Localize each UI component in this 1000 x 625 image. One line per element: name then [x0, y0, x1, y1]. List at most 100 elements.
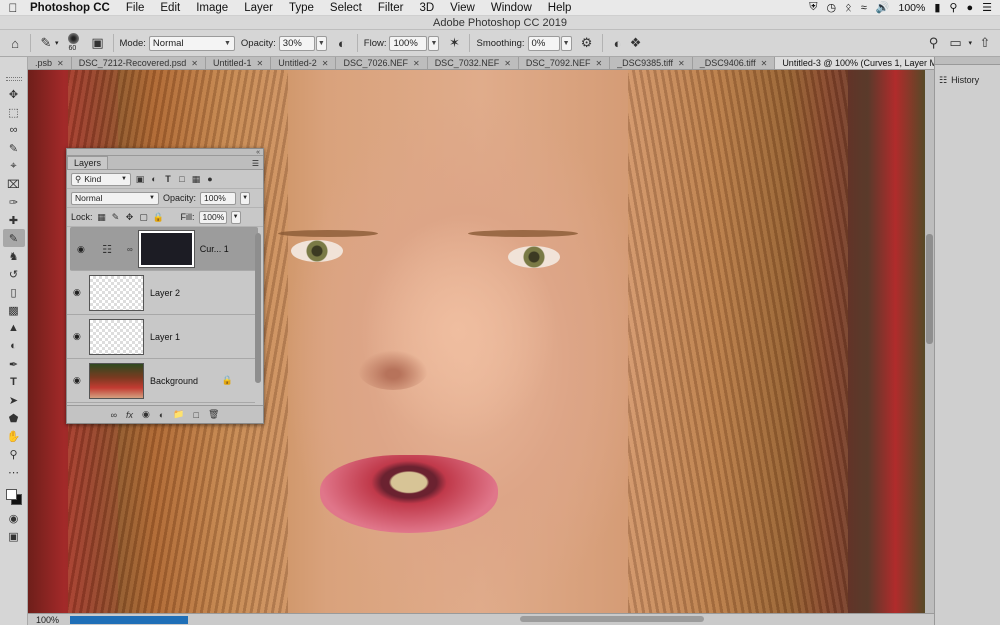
close-icon[interactable]: ✕	[504, 57, 511, 69]
mode-select[interactable]: Normal ▼	[148, 35, 235, 51]
panel-header[interactable]: «	[67, 149, 263, 156]
menu-edit[interactable]: Edit	[152, 2, 188, 14]
lock-pixels-icon[interactable]: ✎	[111, 212, 121, 223]
search-icon[interactable]: ⚲	[924, 34, 942, 52]
move-tool-icon[interactable]: ✥	[3, 85, 25, 103]
close-icon[interactable]: ✕	[595, 57, 602, 69]
link-layers-icon[interactable]: ∞	[111, 410, 117, 420]
filter-shape-icon[interactable]: □	[177, 174, 187, 184]
bluetooth-icon[interactable]: ᛟ	[845, 2, 852, 14]
canvas-vertical-scrollbar[interactable]	[925, 70, 934, 613]
eye-icon[interactable]: ◉	[73, 375, 83, 386]
close-icon[interactable]: ✕	[761, 57, 768, 69]
hand-tool-icon[interactable]: ✋	[3, 427, 25, 445]
workspace-icon[interactable]: ▭	[946, 34, 964, 52]
tab-doc-3[interactable]: Untitled-2 ✕	[271, 57, 337, 69]
filter-adjustment-icon[interactable]: ◐	[149, 174, 159, 184]
healing-tool-icon[interactable]: ✚	[3, 211, 25, 229]
menu-3d[interactable]: 3D	[411, 2, 442, 14]
pressure-opacity-icon[interactable]: ◐	[333, 34, 351, 52]
eye-icon[interactable]: ◉	[73, 331, 83, 342]
opacity-input[interactable]: 30%	[278, 35, 315, 51]
layer-opacity-input[interactable]: 100%	[200, 191, 237, 205]
close-icon[interactable]: ✕	[322, 57, 329, 69]
layer-row-background[interactable]: ◉ Background 🔒	[67, 359, 255, 403]
home-icon[interactable]: ⌂	[6, 34, 24, 52]
dock-header[interactable]	[935, 57, 1000, 65]
menu-view[interactable]: View	[442, 2, 483, 14]
blur-tool-icon[interactable]: ▲	[3, 319, 25, 337]
chain-link-icon[interactable]: ∞	[127, 245, 133, 254]
layer-opacity-dropdown[interactable]: ▼	[240, 191, 251, 205]
pen-tool-icon[interactable]: ✒	[3, 355, 25, 373]
scroll-thumb[interactable]	[926, 234, 933, 344]
close-icon[interactable]: ✕	[413, 57, 420, 69]
flow-dropdown[interactable]: ▼	[428, 35, 440, 51]
battery-icon[interactable]: ▮	[934, 1, 940, 14]
marquee-tool-icon[interactable]: ⬚	[3, 103, 25, 121]
lock-artboard-icon[interactable]: ▢	[139, 212, 149, 223]
collapse-icon[interactable]: «	[256, 149, 260, 156]
tab-doc-4[interactable]: DSC_7026.NEF ✕	[336, 57, 428, 69]
eye-icon[interactable]: ◉	[73, 287, 83, 298]
zoom-tool-icon[interactable]: ⚲	[3, 445, 25, 463]
fill-dropdown[interactable]: ▼	[230, 210, 241, 224]
opacity-dropdown[interactable]: ▼	[315, 35, 327, 51]
frame-tool-icon[interactable]: ⌧	[3, 175, 25, 193]
notification-center-icon[interactable]: ☰	[982, 1, 992, 14]
new-layer-icon[interactable]: □	[194, 410, 199, 420]
quick-select-tool-icon[interactable]: ✎	[3, 139, 25, 157]
tab-doc-6[interactable]: DSC_7092.NEF ✕	[519, 57, 611, 69]
brush-tool-icon[interactable]: ✎	[2, 229, 25, 247]
dodge-tool-icon[interactable]: ◐	[3, 337, 25, 355]
close-icon[interactable]: ✕	[257, 57, 264, 69]
menu-filter[interactable]: Filter	[370, 2, 412, 14]
scroll-thumb[interactable]	[255, 233, 261, 383]
menu-type[interactable]: Type	[281, 2, 322, 14]
new-group-icon[interactable]: 📁	[173, 409, 184, 420]
wifi-icon[interactable]: ≈	[861, 2, 867, 14]
tab-doc-2[interactable]: Untitled-1 ✕	[206, 57, 272, 69]
smoothing-input[interactable]: 0%	[527, 35, 560, 51]
canvas-horizontal-scroll-thumb[interactable]	[520, 616, 704, 622]
airbrush-icon[interactable]: ✶	[445, 34, 463, 52]
menu-file[interactable]: File	[118, 2, 153, 14]
history-brush-tool-icon[interactable]: ↺	[3, 265, 25, 283]
eye-icon[interactable]: ◉	[77, 244, 87, 255]
close-icon[interactable]: ✕	[57, 57, 64, 69]
user-avatar-icon[interactable]: ●	[966, 2, 973, 14]
chevron-down-icon[interactable]: ▾	[968, 39, 972, 47]
chevron-down-icon[interactable]: ▾	[55, 39, 59, 47]
color-swatches[interactable]	[3, 485, 25, 509]
crop-tool-icon[interactable]: ⌖	[3, 157, 25, 175]
menu-layer[interactable]: Layer	[236, 2, 281, 14]
smoothing-dropdown[interactable]: ▼	[560, 35, 572, 51]
clone-stamp-tool-icon[interactable]: ♞	[3, 247, 25, 265]
gradient-tool-icon[interactable]: ▩	[3, 301, 25, 319]
fill-input[interactable]: 100%	[198, 210, 227, 224]
lock-position-icon[interactable]: ✥	[125, 212, 135, 223]
more-tools-icon[interactable]: ⋯	[3, 463, 25, 481]
menu-help[interactable]: Help	[540, 2, 580, 14]
toolbox-grip[interactable]	[5, 77, 22, 81]
filter-smart-object-icon[interactable]: ▦	[191, 174, 201, 185]
zoom-level[interactable]: 100%	[28, 615, 70, 625]
brush-preset-picker[interactable]: 60	[63, 32, 85, 54]
search-icon[interactable]: ⚲	[949, 1, 957, 14]
menu-window[interactable]: Window	[483, 2, 540, 14]
type-tool-icon[interactable]: T	[3, 373, 25, 391]
new-adjustment-layer-icon[interactable]: ◐	[159, 410, 164, 420]
share-icon[interactable]: ⇧	[976, 34, 994, 52]
tab-doc-0[interactable]: .psb ✕	[28, 57, 72, 69]
tab-layers[interactable]: Layers	[67, 156, 109, 169]
gear-icon[interactable]: ⚙	[578, 34, 596, 52]
path-select-tool-icon[interactable]: ➤	[3, 391, 25, 409]
menu-select[interactable]: Select	[322, 2, 370, 14]
filter-toggle-icon[interactable]: ●	[205, 174, 215, 184]
lock-transparent-icon[interactable]: ▦	[97, 212, 107, 223]
flow-input[interactable]: 100%	[389, 35, 428, 51]
quick-mask-icon[interactable]: ◉	[3, 509, 25, 527]
eyedropper-tool-icon[interactable]: ✑	[3, 193, 25, 211]
tab-doc-1[interactable]: DSC_7212-Recovered.psd ✕	[72, 57, 206, 69]
filter-type-icon[interactable]: T	[163, 174, 173, 184]
